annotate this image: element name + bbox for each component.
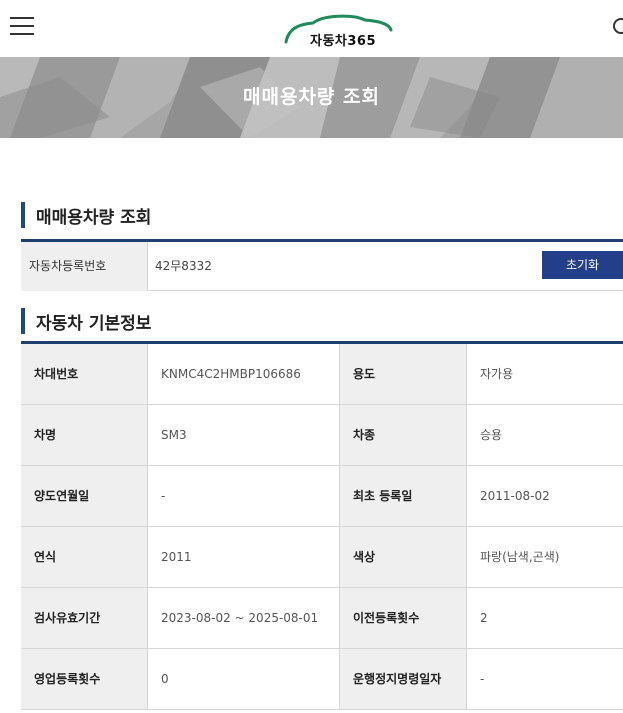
color-value: 파랑(남색,곤색) (480, 550, 560, 564)
table-row: 차명 SM3 차종 승용 (21, 405, 623, 466)
banner-title: 매매용차량 조회 (243, 86, 380, 108)
color-label: 색상 (340, 527, 467, 587)
business-registration-count-value: 0 (148, 649, 340, 709)
reset-button[interactable]: 초기화 (542, 251, 623, 279)
table-row: 영업등록횟수 0 운행정지명령일자 - (21, 649, 623, 710)
business-registration-count-label: 영업등록횟수 (21, 649, 148, 709)
transfer-date-label: 양도연월일 (21, 466, 148, 526)
heading-accent-bar (21, 202, 25, 228)
car-name-label: 차명 (21, 405, 148, 465)
heading-accent-bar (21, 308, 25, 334)
registration-number-row: 자동차등록번호 42무8332 초기화 (21, 239, 623, 291)
page-banner: 매매용차량 조회 (0, 57, 623, 138)
first-registration-value: 2011-08-02 (480, 489, 550, 503)
table-row: 연식 2011 색상 파랑(남색,곤색) (21, 527, 623, 588)
inspection-period-value: 2023-08-02 ~ 2025-08-01 (148, 588, 340, 648)
search-icon[interactable] (612, 17, 623, 39)
first-registration-label: 최초 등록일 (340, 466, 467, 526)
transfer-count-value: 2 (480, 611, 488, 625)
logo-text: 자동차365 (310, 34, 377, 49)
model-year-value: 2011 (148, 527, 340, 587)
usage-value: 자가용 (480, 367, 514, 381)
table-row: 검사유효기간 2023-08-02 ~ 2025-08-01 이전등록횟수 2 (21, 588, 623, 649)
suspension-order-date-value: - (480, 672, 485, 686)
table-row: 양도연월일 - 최초 등록일 2011-08-02 (21, 466, 623, 527)
basic-info-heading-text: 자동차 기본정보 (36, 314, 152, 334)
site-logo[interactable]: 자동차365 (283, 12, 395, 50)
vin-value: KNMC4C2HMBP106686 (148, 344, 340, 404)
hamburger-menu-icon[interactable] (10, 17, 34, 37)
car-type-value: 승용 (480, 428, 503, 442)
transfer-date-value: - (148, 466, 340, 526)
car-name-value: SM3 (148, 405, 340, 465)
model-year-label: 연식 (21, 527, 148, 587)
car-type-label: 차종 (340, 405, 467, 465)
suspension-order-date-label: 운행정지명령일자 (340, 649, 467, 709)
vin-label: 차대번호 (21, 344, 148, 404)
lookup-heading-text: 매매용차량 조회 (36, 208, 152, 228)
top-bar: 자동차365 (0, 0, 623, 57)
transfer-count-label: 이전등록횟수 (340, 588, 467, 648)
vehicle-info-table: 차대번호 KNMC4C2HMBP106686 용도 자가용 차명 SM3 차종 … (21, 341, 623, 713)
registration-number-value: 42무8332 (155, 259, 212, 273)
table-row: 차대번호 KNMC4C2HMBP106686 용도 자가용 (21, 344, 623, 405)
registration-number-label: 자동차등록번호 (21, 242, 148, 291)
inspection-period-label: 검사유효기간 (21, 588, 148, 648)
usage-label: 용도 (340, 344, 467, 404)
